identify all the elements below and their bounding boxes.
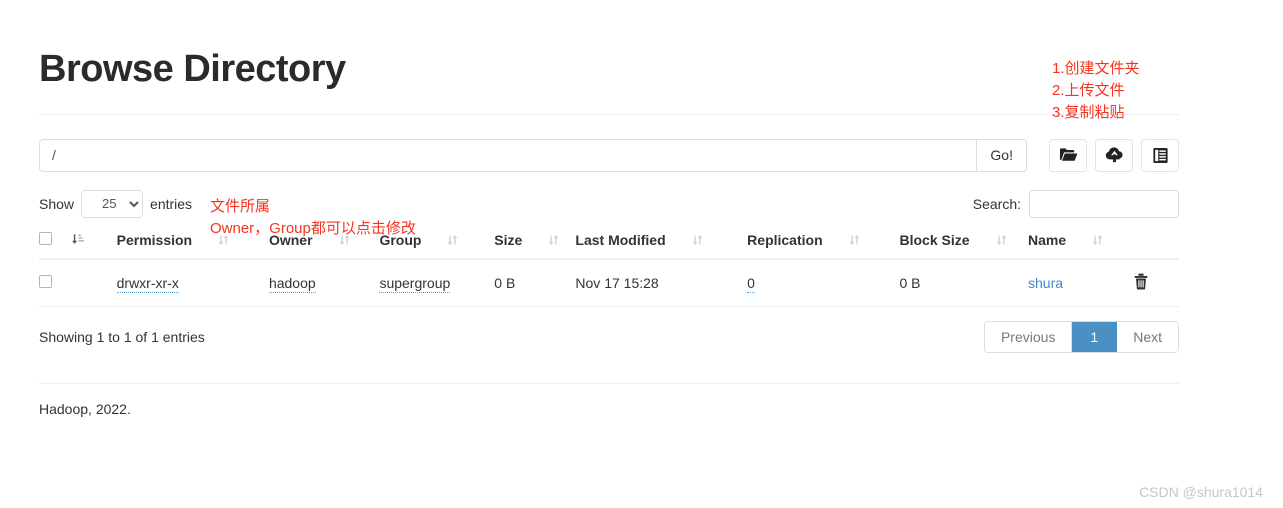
permission-value[interactable]: drwxr-xr-x [116,274,179,293]
cell-replication[interactable]: 0 [747,258,900,307]
sort-updown-icon [548,233,560,249]
sort-updown-icon [849,233,861,249]
row-spacer-cell [71,258,117,307]
group-value[interactable]: supergroup [379,274,451,293]
table-row: drwxr-xr-x hadoop supergroup 0 B Nov 17 … [39,258,1179,307]
column-header-size[interactable]: Size [494,225,576,260]
clipboard-list-icon [1152,147,1169,164]
select-all-checkbox[interactable] [39,231,52,245]
page-title: Browse Directory [39,48,346,90]
table-body: drwxr-xr-x hadoop supergroup 0 B Nov 17 … [39,258,1179,307]
column-label-size: Size [494,231,523,248]
footer-text: Hadoop, 2022. [39,400,131,417]
sort-updown-icon [996,233,1008,249]
annotation-toolbar-note: 1.创建文件夹 2.上传文件 3.复制粘贴 [1052,60,1140,121]
title-divider [39,113,1179,115]
cell-owner[interactable]: hadoop [268,258,380,307]
cut-paste-button[interactable] [1141,138,1179,172]
column-label-block-size: Block Size [899,231,970,248]
cell-permission[interactable]: drwxr-xr-x [116,258,269,307]
column-header-actions [1133,225,1179,260]
cell-name[interactable]: shura [1028,258,1134,307]
search-label: Search: [972,195,1021,212]
folder-open-icon [1059,147,1078,163]
cell-group[interactable]: supergroup [379,258,495,307]
sort-updown-icon [447,233,459,249]
column-label-last-modified: Last Modified [575,231,666,248]
column-header-name[interactable]: Name [1028,225,1134,260]
create-folder-button[interactable] [1049,138,1087,172]
sort-updown-icon [1092,233,1104,249]
path-input-group: Go! [39,138,1027,172]
cell-block-size: 0 B [899,258,1029,307]
cell-last-modified: Nov 17 15:28 [575,258,748,307]
sort-amount-icon [71,233,84,249]
page-length-select[interactable]: 25 [81,189,144,218]
entries-info: Showing 1 to 1 of 1 entries [39,328,205,345]
search-control: Search: [972,189,1179,218]
row-select-cell[interactable] [39,258,72,307]
select-all-header[interactable] [39,225,72,260]
entries-label: entries [150,195,193,212]
cell-size: 0 B [494,258,576,307]
owner-value[interactable]: hadoop [268,274,316,293]
column-label-permission: Permission [116,231,193,248]
trash-icon [1133,273,1149,293]
column-header-block-size[interactable]: Block Size [899,225,1029,260]
sort-order-header[interactable] [71,225,117,260]
directory-toolbar [1049,138,1179,172]
watermark: CSDN @shura1014 [1139,484,1263,500]
delete-row-button[interactable] [1133,273,1149,290]
upload-file-button[interactable] [1095,138,1133,172]
row-checkbox[interactable] [39,274,52,288]
go-button[interactable]: Go! [976,138,1027,172]
directory-link[interactable]: shura [1028,275,1063,291]
datatable-footer: Showing 1 to 1 of 1 entries Previous 1 N… [39,320,1179,353]
pagination-next[interactable]: Next [1117,321,1178,352]
cell-actions[interactable] [1133,258,1179,307]
column-header-last-modified[interactable]: Last Modified [575,225,748,260]
column-label-name: Name [1028,231,1067,248]
search-input[interactable] [1029,189,1179,218]
path-input[interactable] [39,138,977,172]
annotation-owner-note: 文件所属 Owner，Group都可以点击修改 [210,198,416,237]
page-length-control: Show 25 entries [39,189,193,218]
cloud-upload-icon [1105,147,1124,163]
column-header-replication[interactable]: Replication [747,225,900,260]
show-label: Show [39,195,75,212]
pagination-page-1[interactable]: 1 [1072,321,1118,352]
pagination: Previous 1 Next [983,320,1179,353]
column-label-replication: Replication [747,231,823,248]
pagination-previous[interactable]: Previous [984,321,1073,352]
sort-updown-icon [692,233,704,249]
replication-value[interactable]: 0 [747,274,755,293]
path-toolbar-row: Go! [39,138,1179,172]
